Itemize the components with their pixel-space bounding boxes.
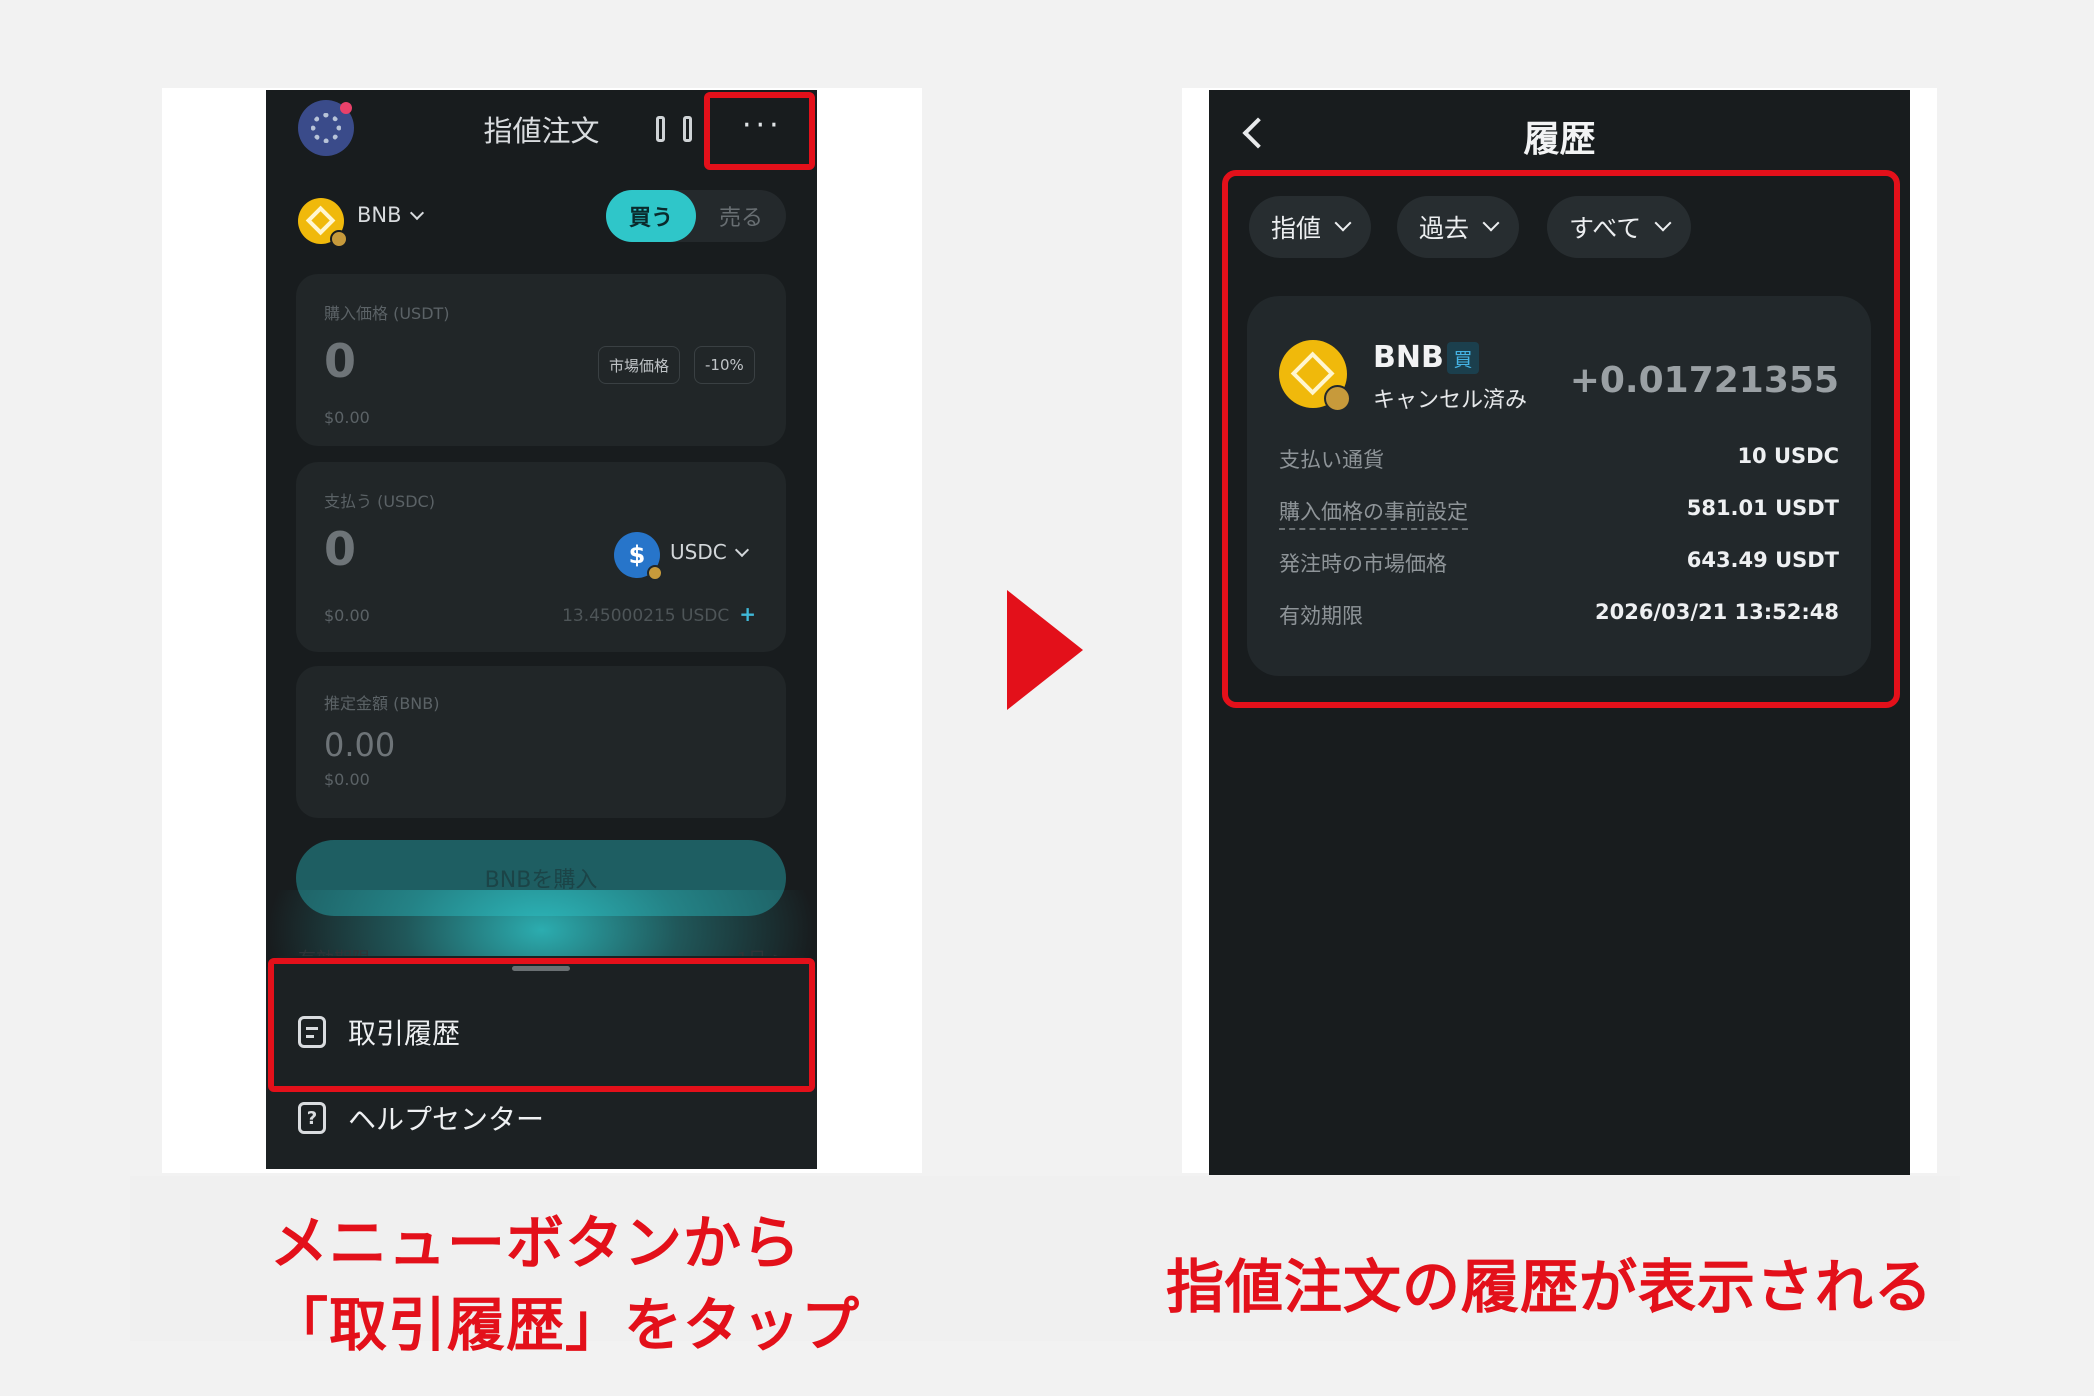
pay-value[interactable]: 0 bbox=[324, 522, 356, 576]
pay-label: 支払う (USDC) bbox=[324, 492, 435, 511]
estimate-usd: $0.00 bbox=[324, 770, 370, 789]
bnb-coin-icon bbox=[298, 198, 348, 248]
market-price-chip[interactable]: 市場価格 bbox=[598, 346, 681, 384]
menu-item-label: ヘルプセンター bbox=[348, 1103, 545, 1136]
estimate-value: 0.00 bbox=[324, 726, 396, 764]
price-value[interactable]: 0 bbox=[324, 334, 356, 388]
price-label: 購入価格 (USDT) bbox=[324, 304, 450, 323]
pay-input-card[interactable]: 支払う (USDC) 0 $ USDC $0.00 13.45000215 US… bbox=[296, 462, 786, 652]
caption-right: 指値注文の履歴が表示される bbox=[1166, 1253, 1934, 1321]
chevron-down-icon bbox=[734, 542, 749, 558]
chevron-down-icon bbox=[409, 205, 424, 221]
highlight-history-result bbox=[1222, 170, 1900, 708]
pay-usd: $0.00 bbox=[324, 606, 370, 625]
page-title: 履歴 bbox=[1523, 119, 1596, 160]
arrow-right-icon bbox=[1007, 590, 1083, 710]
notification-dot bbox=[340, 102, 352, 114]
buy-tab[interactable]: 買う bbox=[606, 190, 696, 242]
gear-icon bbox=[311, 113, 341, 143]
currency-selector[interactable]: USDC bbox=[670, 540, 749, 564]
currency-label: USDC bbox=[670, 540, 727, 564]
sell-tab[interactable]: 売る bbox=[701, 190, 781, 242]
usdc-coin-icon: $ bbox=[614, 532, 663, 581]
pair-symbol: BNB bbox=[357, 203, 402, 227]
candlestick-chart-icon[interactable] bbox=[656, 108, 692, 148]
price-usd: $0.00 bbox=[324, 408, 370, 427]
highlight-trade-history bbox=[268, 958, 815, 1092]
caption-left-line1: メニューボタンから bbox=[270, 1209, 802, 1277]
estimate-card: 推定金額 (BNB) 0.00 $0.00 bbox=[296, 666, 786, 818]
caption-left-line2: 「取引履歴」をタップ bbox=[270, 1291, 861, 1359]
price-input-card[interactable]: 購入価格 (USDT) 0 市場価格 -10% $0.00 bbox=[296, 274, 786, 446]
highlight-more-button bbox=[704, 92, 815, 170]
estimate-label: 推定金額 (BNB) bbox=[324, 694, 440, 713]
minus-10-chip[interactable]: -10% bbox=[694, 346, 755, 384]
caption-left: メニューボタンから 「取引履歴」をタップ bbox=[270, 1202, 860, 1366]
add-funds-icon[interactable]: + bbox=[739, 602, 756, 626]
avatar[interactable] bbox=[298, 100, 354, 156]
balance-value: 13.45000215 USDC bbox=[562, 606, 730, 626]
buy-sell-toggle: 買う 売る bbox=[606, 190, 786, 242]
pair-selector[interactable]: BNB bbox=[357, 203, 424, 227]
help-icon: ? bbox=[298, 1102, 326, 1134]
menu-item-help-center[interactable]: ? ヘルプセンター bbox=[298, 1098, 544, 1138]
balance: 13.45000215 USDC + bbox=[562, 602, 756, 626]
